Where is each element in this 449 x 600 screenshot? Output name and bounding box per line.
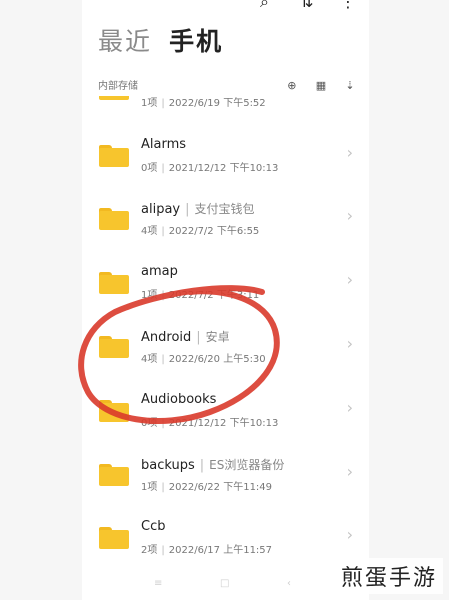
red-circle-annotation (78, 285, 280, 425)
watermark: 煎蛋手游 (334, 558, 443, 594)
